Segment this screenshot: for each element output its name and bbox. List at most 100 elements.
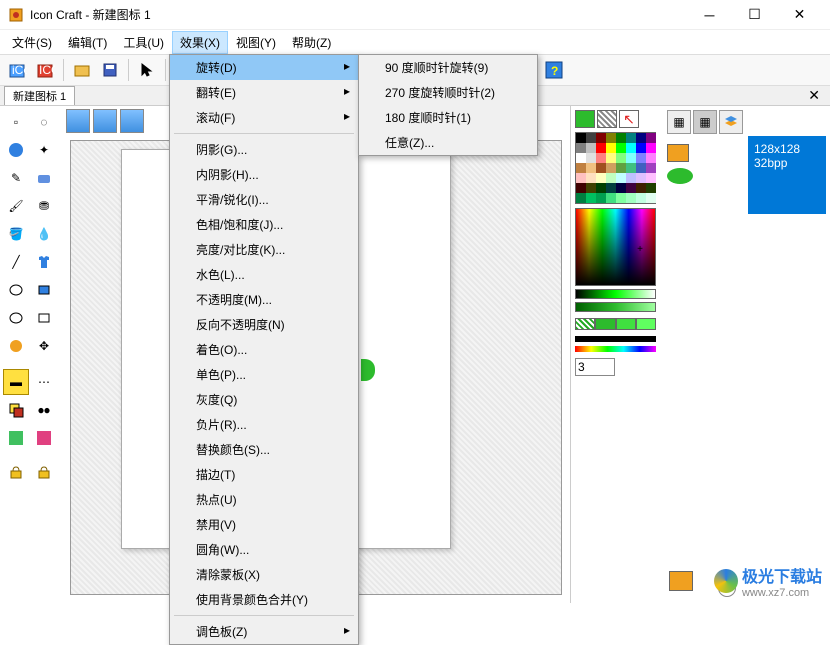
color-cell[interactable]	[636, 193, 646, 203]
menu-round[interactable]: 圆角(W)...	[170, 537, 358, 562]
color-cell[interactable]	[596, 143, 606, 153]
menu-effects[interactable]: 效果(X)	[172, 31, 228, 54]
color-cell[interactable]	[646, 163, 656, 173]
color-cell[interactable]	[606, 183, 616, 193]
toolbar-ico-icon[interactable]: ICO	[32, 57, 58, 83]
tool-fill[interactable]: 🪣	[3, 221, 29, 247]
menu-hue[interactable]: 色相/饱和度(J)...	[170, 212, 358, 237]
color-cell[interactable]	[606, 163, 616, 173]
menu-edit[interactable]: 编辑(T)	[60, 31, 115, 54]
tool-pencil[interactable]: ✎	[3, 165, 29, 191]
tool-tshirt[interactable]	[31, 249, 57, 275]
menu-aqua[interactable]: 水色(L)...	[170, 262, 358, 287]
color-cell[interactable]	[596, 173, 606, 183]
menu-clear-mask[interactable]: 清除蒙板(X)	[170, 562, 358, 587]
color-cell[interactable]	[626, 173, 636, 183]
color-cell[interactable]	[626, 143, 636, 153]
menu-file[interactable]: 文件(S)	[4, 31, 60, 54]
tool-fg[interactable]	[3, 397, 29, 423]
close-button[interactable]: ✕	[777, 1, 822, 29]
layer-grid-icon[interactable]: ▦	[693, 110, 717, 134]
color-cell[interactable]	[646, 173, 656, 183]
tool-dropper[interactable]: 💧	[31, 221, 57, 247]
menu-mono[interactable]: 单色(P)...	[170, 362, 358, 387]
gradient-bar-2[interactable]	[575, 302, 656, 312]
minimize-button[interactable]: ─	[687, 1, 732, 29]
color-cell[interactable]	[576, 193, 586, 203]
maximize-button[interactable]: ☐	[732, 1, 777, 29]
canvas-layer1-icon[interactable]	[66, 109, 90, 133]
color-cell[interactable]	[636, 173, 646, 183]
color-cell[interactable]	[636, 183, 646, 193]
rotate-90[interactable]: 90 度顺时针旋转(9)	[359, 55, 537, 80]
color-cell[interactable]	[606, 133, 616, 143]
toolbar-help-icon[interactable]: ?	[541, 57, 567, 83]
color-cell[interactable]	[606, 153, 616, 163]
color-cell[interactable]	[636, 163, 646, 173]
color-cell[interactable]	[626, 183, 636, 193]
tool-beads[interactable]: ⦁⦁	[31, 397, 57, 423]
color-cell[interactable]	[616, 143, 626, 153]
color-cell[interactable]	[646, 183, 656, 193]
tool-select[interactable]: ▫	[3, 109, 29, 135]
tool-eraser[interactable]	[31, 165, 57, 191]
color-grid[interactable]	[575, 132, 656, 204]
pattern-row[interactable]	[575, 318, 656, 330]
color-cell[interactable]	[606, 143, 616, 153]
tool-ellipse-outline[interactable]	[3, 277, 29, 303]
tool-spray[interactable]: ⛃	[31, 193, 57, 219]
color-cell[interactable]	[616, 163, 626, 173]
color-cell[interactable]	[586, 153, 596, 163]
canvas-layer2-icon[interactable]	[93, 109, 117, 133]
color-cell[interactable]	[576, 153, 586, 163]
hue-picker[interactable]: +	[575, 208, 656, 286]
color-cell[interactable]	[626, 163, 636, 173]
swatch-green[interactable]	[575, 110, 595, 128]
color-cell[interactable]	[616, 133, 626, 143]
menu-inner-shadow[interactable]: 内阴影(H)...	[170, 162, 358, 187]
color-cell[interactable]	[616, 173, 626, 183]
menu-flip[interactable]: 翻转(E)▸	[170, 80, 358, 105]
menu-disable[interactable]: 禁用(V)	[170, 512, 358, 537]
menu-stroke[interactable]: 描边(T)	[170, 462, 358, 487]
menu-opacity[interactable]: 不透明度(M)...	[170, 287, 358, 312]
color-cell[interactable]	[616, 153, 626, 163]
color-cell[interactable]	[646, 193, 656, 203]
menu-gray[interactable]: 灰度(Q)	[170, 387, 358, 412]
rotate-270[interactable]: 270 度旋转顺时针(2)	[359, 80, 537, 105]
color-cell[interactable]	[606, 193, 616, 203]
color-cell[interactable]	[586, 183, 596, 193]
swatch-pointer-icon[interactable]: ↖	[619, 110, 639, 128]
menu-smooth[interactable]: 平滑/锐化(I)...	[170, 187, 358, 212]
layer-stack-icon[interactable]	[719, 110, 743, 134]
color-cell[interactable]	[596, 133, 606, 143]
toolbar-new-icon[interactable]: iCo	[4, 57, 30, 83]
document-tab[interactable]: 新建图标 1	[4, 86, 75, 105]
menu-view[interactable]: 视图(Y)	[228, 31, 284, 54]
color-cell[interactable]	[646, 133, 656, 143]
menu-scroll[interactable]: 滚动(F)▸	[170, 105, 358, 130]
color-cell[interactable]	[576, 163, 586, 173]
spin-input[interactable]	[575, 358, 615, 376]
color-cell[interactable]	[596, 183, 606, 193]
tab-close-icon[interactable]: ✕	[802, 87, 826, 104]
color-cell[interactable]	[596, 153, 606, 163]
color-cell[interactable]	[586, 133, 596, 143]
color-cell[interactable]	[626, 153, 636, 163]
toolbar-folder-icon[interactable]	[69, 57, 95, 83]
menu-help[interactable]: 帮助(Z)	[284, 31, 339, 54]
color-cell[interactable]	[626, 133, 636, 143]
color-cell[interactable]	[616, 183, 626, 193]
color-cell[interactable]	[586, 173, 596, 183]
tool-lock1[interactable]	[3, 459, 29, 485]
tool-brush[interactable]: 🖌	[3, 193, 29, 219]
menu-merge-bg[interactable]: 使用背景颜色合并(Y)	[170, 587, 358, 612]
tool-ellipse-outline2[interactable]	[3, 305, 29, 331]
tool-wand[interactable]: ✦	[31, 137, 57, 163]
rotate-180[interactable]: 180 度顺时针(1)	[359, 105, 537, 130]
toolbar-save-icon[interactable]	[97, 57, 123, 83]
tool-preset1[interactable]	[3, 425, 29, 451]
layer-add-icon[interactable]: ▦	[667, 110, 691, 134]
color-cell[interactable]	[646, 153, 656, 163]
swatch-hatch[interactable]	[597, 110, 617, 128]
